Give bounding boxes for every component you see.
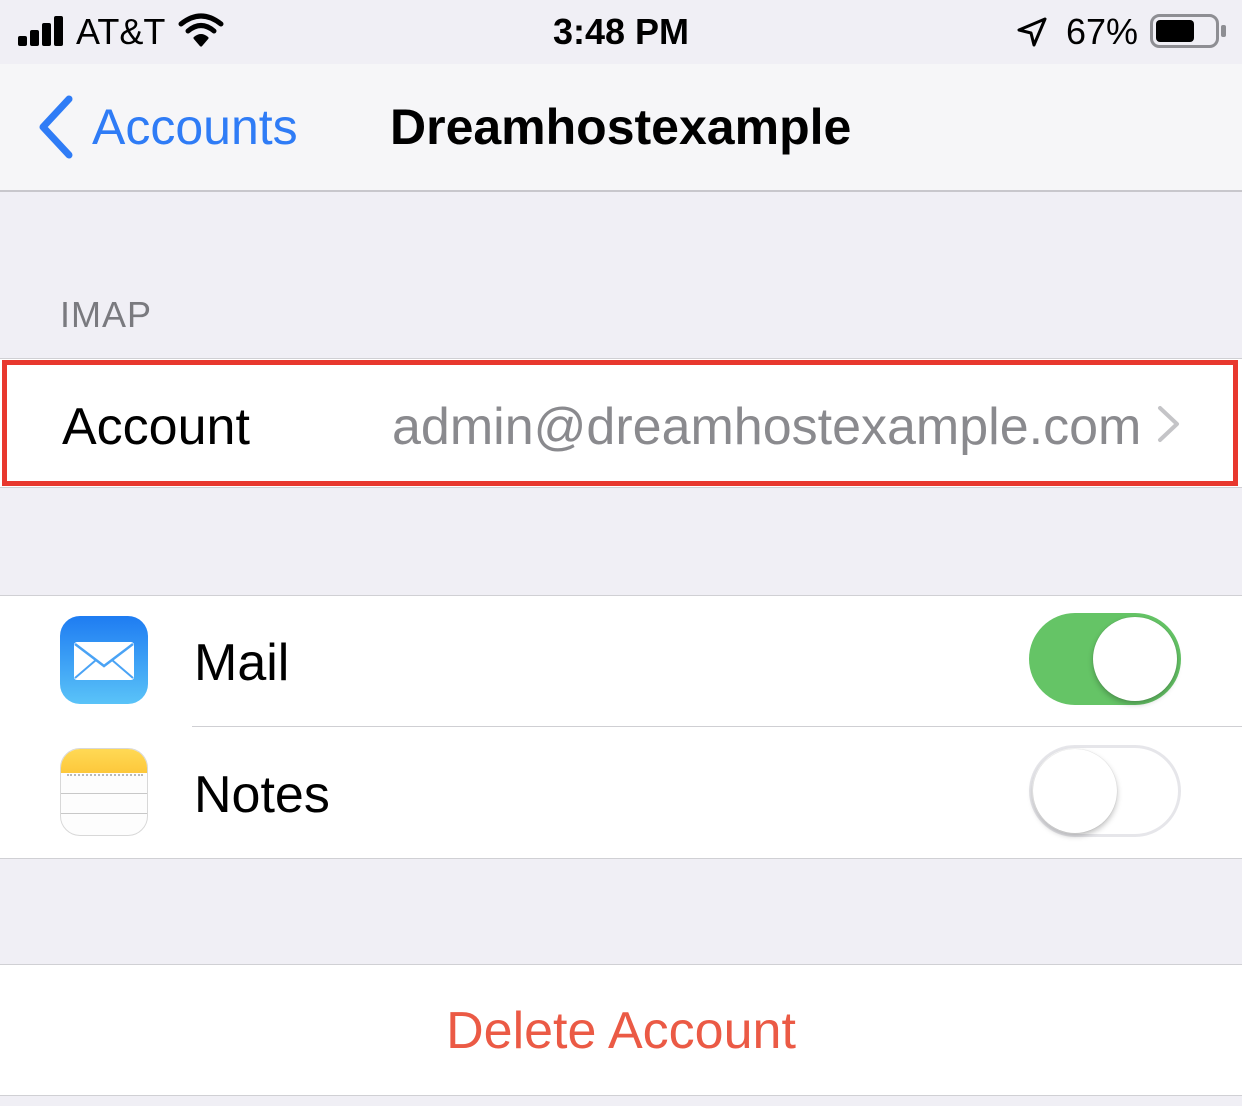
status-bar: AT&T 3:48 PM 67% xyxy=(0,0,1242,64)
mail-toggle[interactable] xyxy=(1029,613,1181,705)
notes-label: Notes xyxy=(194,766,330,824)
delete-account-button[interactable]: Delete Account xyxy=(0,1002,1242,1060)
toggle-knob xyxy=(1093,617,1177,701)
mail-label: Mail xyxy=(194,634,290,692)
back-button[interactable]: Accounts xyxy=(92,98,298,156)
location-arrow-icon xyxy=(1017,17,1047,47)
mail-app-icon xyxy=(60,616,148,704)
row-divider xyxy=(192,726,1242,727)
back-chevron-icon[interactable] xyxy=(36,94,76,160)
battery-icon xyxy=(1150,14,1226,48)
toggle-knob xyxy=(1033,749,1117,833)
clock: 3:48 PM xyxy=(552,11,690,52)
battery-percent: 67% xyxy=(1066,11,1139,52)
notes-toggle[interactable] xyxy=(1029,745,1181,837)
page-title: Dreamhostexample xyxy=(390,99,852,155)
notes-app-icon xyxy=(60,748,148,836)
highlight-box xyxy=(2,360,1238,486)
section-header: IMAP xyxy=(60,294,153,335)
